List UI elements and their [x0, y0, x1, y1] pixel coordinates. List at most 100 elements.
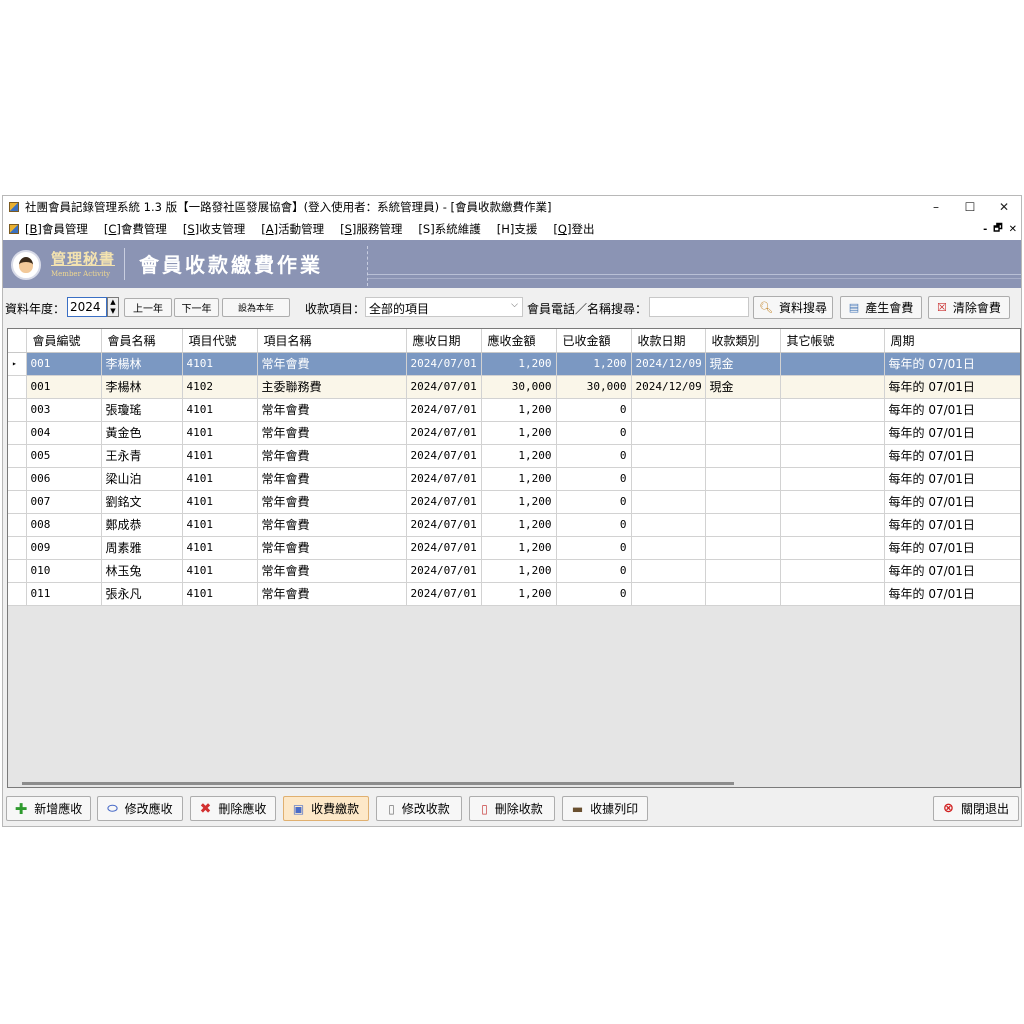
- row-selector[interactable]: [8, 559, 27, 583]
- menu-finance[interactable]: [S]收支管理: [183, 221, 245, 237]
- table-row[interactable]: 007 劉銘文 4101 常年會費 2024/07/01 1,200 0 每年的 07/01日: [8, 490, 1020, 514]
- table-cell: 王永青: [101, 444, 183, 468]
- table-row[interactable]: 001 李楊林 4102 主委聯務費 2024/07/01 30,000 30,000 202…: [8, 375, 1020, 399]
- table-cell: [631, 444, 706, 468]
- table-cell: 現金: [705, 375, 781, 399]
- menu-service[interactable]: [S]服務管理: [340, 221, 402, 237]
- mdi-close-icon[interactable]: ✕: [1009, 224, 1017, 235]
- row-selector[interactable]: [8, 421, 27, 445]
- item-select[interactable]: 全部的項目 ⌵: [365, 297, 523, 317]
- column-header[interactable]: 已收金額: [556, 329, 632, 353]
- table-cell: 0: [556, 421, 632, 445]
- row-selector[interactable]: [8, 375, 27, 399]
- table-cell: [780, 375, 885, 399]
- table-cell: 2024/07/01: [406, 559, 482, 583]
- table-cell: 每年的 07/01日: [884, 582, 1020, 606]
- menu-activity[interactable]: [A]活動管理: [261, 221, 324, 237]
- edit-receivable-button[interactable]: ⬭ 修改應收: [97, 796, 183, 821]
- mdi-minimize-icon[interactable]: -: [983, 224, 987, 235]
- table-cell: 現金: [705, 352, 781, 376]
- column-header[interactable]: 其它帳號: [780, 329, 885, 353]
- table-row[interactable]: 005 王永青 4101 常年會費 2024/07/01 1,200 0 每年的 07/01日: [8, 444, 1020, 468]
- year-spinner[interactable]: ▲ ▼: [107, 297, 119, 317]
- add-receivable-button[interactable]: ✚ 新增應收: [6, 796, 91, 821]
- maximize-icon[interactable]: ☐: [953, 196, 987, 218]
- row-selector[interactable]: ▸: [8, 352, 27, 376]
- avatar-face: [19, 257, 33, 273]
- table-cell: 常年會費: [257, 490, 407, 514]
- delete-payment-button[interactable]: ▯ 刪除收款: [469, 796, 555, 821]
- generate-fee-button[interactable]: ▤ 產生會費: [840, 296, 922, 319]
- print-receipt-button[interactable]: ▬ 收據列印: [562, 796, 648, 821]
- collect-payment-label: 收費繳款: [311, 802, 360, 816]
- chevron-down-icon[interactable]: ⌵: [511, 300, 518, 310]
- search-icon: 🔍︎: [759, 301, 773, 314]
- column-header[interactable]: 項目代號: [182, 329, 258, 353]
- row-selector[interactable]: [8, 536, 27, 560]
- table-row[interactable]: 004 黃金色 4101 常年會費 2024/07/01 1,200 0 每年的 07/01日: [8, 421, 1020, 445]
- clear-fee-button[interactable]: ☒ 清除會費: [928, 296, 1010, 319]
- page-title: 會員收款繳費作業: [139, 253, 323, 277]
- minimize-icon[interactable]: –: [919, 196, 953, 218]
- table-row[interactable]: 010 林玉兔 4101 常年會費 2024/07/01 1,200 0 每年的 07/01日: [8, 559, 1020, 583]
- table-cell: 常年會費: [257, 467, 407, 491]
- table-row[interactable]: 011 張永凡 4101 常年會費 2024/07/01 1,200 0 每年的 07/01日: [8, 582, 1020, 606]
- prev-year-button[interactable]: 上一年: [124, 298, 172, 317]
- table-cell: [780, 398, 885, 422]
- row-selector[interactable]: [8, 582, 27, 606]
- next-year-button[interactable]: 下一年: [174, 298, 219, 317]
- eraser-icon: ⬭: [107, 801, 118, 815]
- table-cell: 張永凡: [101, 582, 183, 606]
- column-header[interactable]: 項目名稱: [257, 329, 407, 353]
- menu-logout-key: Q: [557, 222, 567, 236]
- menu-fee[interactable]: [C]會費管理: [104, 221, 167, 237]
- column-header[interactable]: 收款類別: [705, 329, 781, 353]
- spin-down-icon[interactable]: ▼: [110, 307, 115, 316]
- table-row[interactable]: 006 梁山泊 4101 常年會費 2024/07/01 1,200 0 每年的 07/01日: [8, 467, 1020, 491]
- row-selector[interactable]: [8, 444, 27, 468]
- menu-logout[interactable]: [Q]登出: [553, 221, 594, 237]
- column-header[interactable]: 應收日期: [406, 329, 482, 353]
- table-row[interactable]: 003 張瓊瑤 4101 常年會費 2024/07/01 1,200 0 每年的 07/01日: [8, 398, 1020, 422]
- column-header[interactable]: 會員名稱: [101, 329, 183, 353]
- table-cell: 0: [556, 467, 632, 491]
- year-input[interactable]: 2024: [67, 297, 107, 317]
- menu-service-key: S: [344, 222, 352, 236]
- menu-system[interactable]: [S]系統維護: [418, 221, 480, 237]
- menu-member[interactable]: [B]會員管理: [25, 221, 88, 237]
- delete-receivable-button[interactable]: ✖ 刪除應收: [190, 796, 276, 821]
- row-selector[interactable]: [8, 467, 27, 491]
- edit-payment-button[interactable]: ▯ 修改收款: [376, 796, 462, 821]
- column-header[interactable]: 會員編號: [26, 329, 102, 353]
- table-cell: 梁山泊: [101, 467, 183, 491]
- table-cell: 每年的 07/01日: [884, 444, 1020, 468]
- table-body: ▸ 001 李楊林 4101 常年會費 2024/07/01 1,200 1,200 2024/…: [8, 352, 1020, 606]
- column-header[interactable]: 收款日期: [631, 329, 706, 353]
- item-label: 收款項目：: [305, 302, 366, 316]
- set-this-year-button[interactable]: 設為本年: [222, 298, 290, 317]
- search-input[interactable]: [649, 297, 749, 317]
- table-row[interactable]: 008 鄭成恭 4101 常年會費 2024/07/01 1,200 0 每年的 07/01日: [8, 513, 1020, 537]
- column-header[interactable]: 周期: [884, 329, 1020, 353]
- search-button[interactable]: 🔍︎ 資料搜尋: [753, 296, 833, 319]
- close-icon[interactable]: ✕: [987, 196, 1021, 218]
- mdi-restore-icon[interactable]: 🗗: [993, 221, 1002, 238]
- table-cell: [631, 559, 706, 583]
- row-selector[interactable]: [8, 398, 27, 422]
- table-cell: 4101: [182, 467, 258, 491]
- column-header[interactable]: 應收金額: [481, 329, 557, 353]
- row-selector[interactable]: [8, 490, 27, 514]
- table-cell: 0: [556, 559, 632, 583]
- close-exit-button[interactable]: ⊗ 關閉退出: [933, 796, 1019, 821]
- horizontal-scrollbar[interactable]: [22, 782, 734, 785]
- spin-up-icon[interactable]: ▲: [110, 298, 115, 307]
- table-cell: 1,200: [556, 352, 632, 376]
- collect-payment-button[interactable]: ▣ 收費繳款: [283, 796, 369, 821]
- table-row[interactable]: ▸ 001 李楊林 4101 常年會費 2024/07/01 1,200 1,200 2024/…: [8, 352, 1020, 376]
- table-cell: 0: [556, 536, 632, 560]
- table-cell: 006: [26, 467, 102, 491]
- row-selector[interactable]: [8, 513, 27, 537]
- data-grid[interactable]: 會員編號 會員名稱 項目代號 項目名稱 應收日期 應收金額 已收金額 收款日期 收款類別 其它帳號…: [7, 328, 1021, 788]
- menu-help[interactable]: [H]支援: [497, 221, 538, 237]
- table-row[interactable]: 009 周素雅 4101 常年會費 2024/07/01 1,200 0 每年的 07/01日: [8, 536, 1020, 560]
